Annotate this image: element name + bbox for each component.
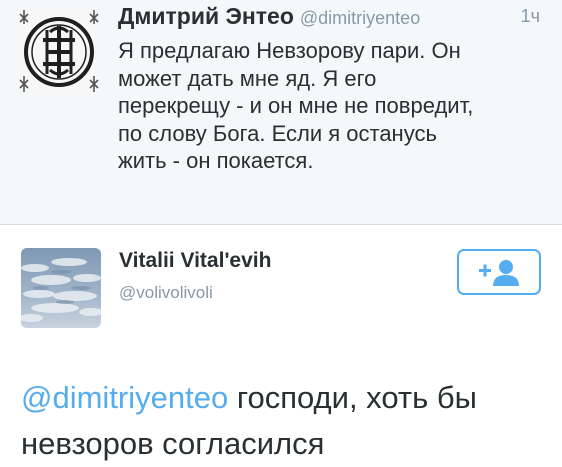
author-name[interactable]: Дмитрий Энтео <box>118 3 294 29</box>
tweet-timestamp: 1ч <box>520 6 540 26</box>
follow-button[interactable] <box>457 249 541 295</box>
author-handle[interactable]: @volivolivoli <box>119 283 213 303</box>
avatar[interactable] <box>21 248 101 328</box>
author-name[interactable]: Vitalii Vital'evih <box>119 249 271 273</box>
tweet-header: Дмитрий Энтео @dimitriyenteo 1ч <box>118 1 548 31</box>
avatar[interactable] <box>16 8 102 94</box>
timeline-tweet[interactable]: Дмитрий Энтео @dimitriyenteo 1ч Я предлаг… <box>0 0 562 225</box>
tweet-detail: Vitalii Vital'evih @volivolivoli @dimitr… <box>0 225 562 465</box>
author-handle[interactable]: @dimitriyenteo <box>300 8 420 28</box>
sky-photo-avatar <box>21 248 101 328</box>
tweet-text: Я предлагаю Невзорову пари. Он может дат… <box>118 38 474 173</box>
add-user-icon <box>479 260 519 286</box>
mention-link[interactable]: @dimitriyenteo <box>21 380 228 415</box>
orthodox-emblem-icon <box>16 8 102 94</box>
tweet-text: @dimitriyenteo господи, хоть бы невзоров… <box>21 375 551 467</box>
